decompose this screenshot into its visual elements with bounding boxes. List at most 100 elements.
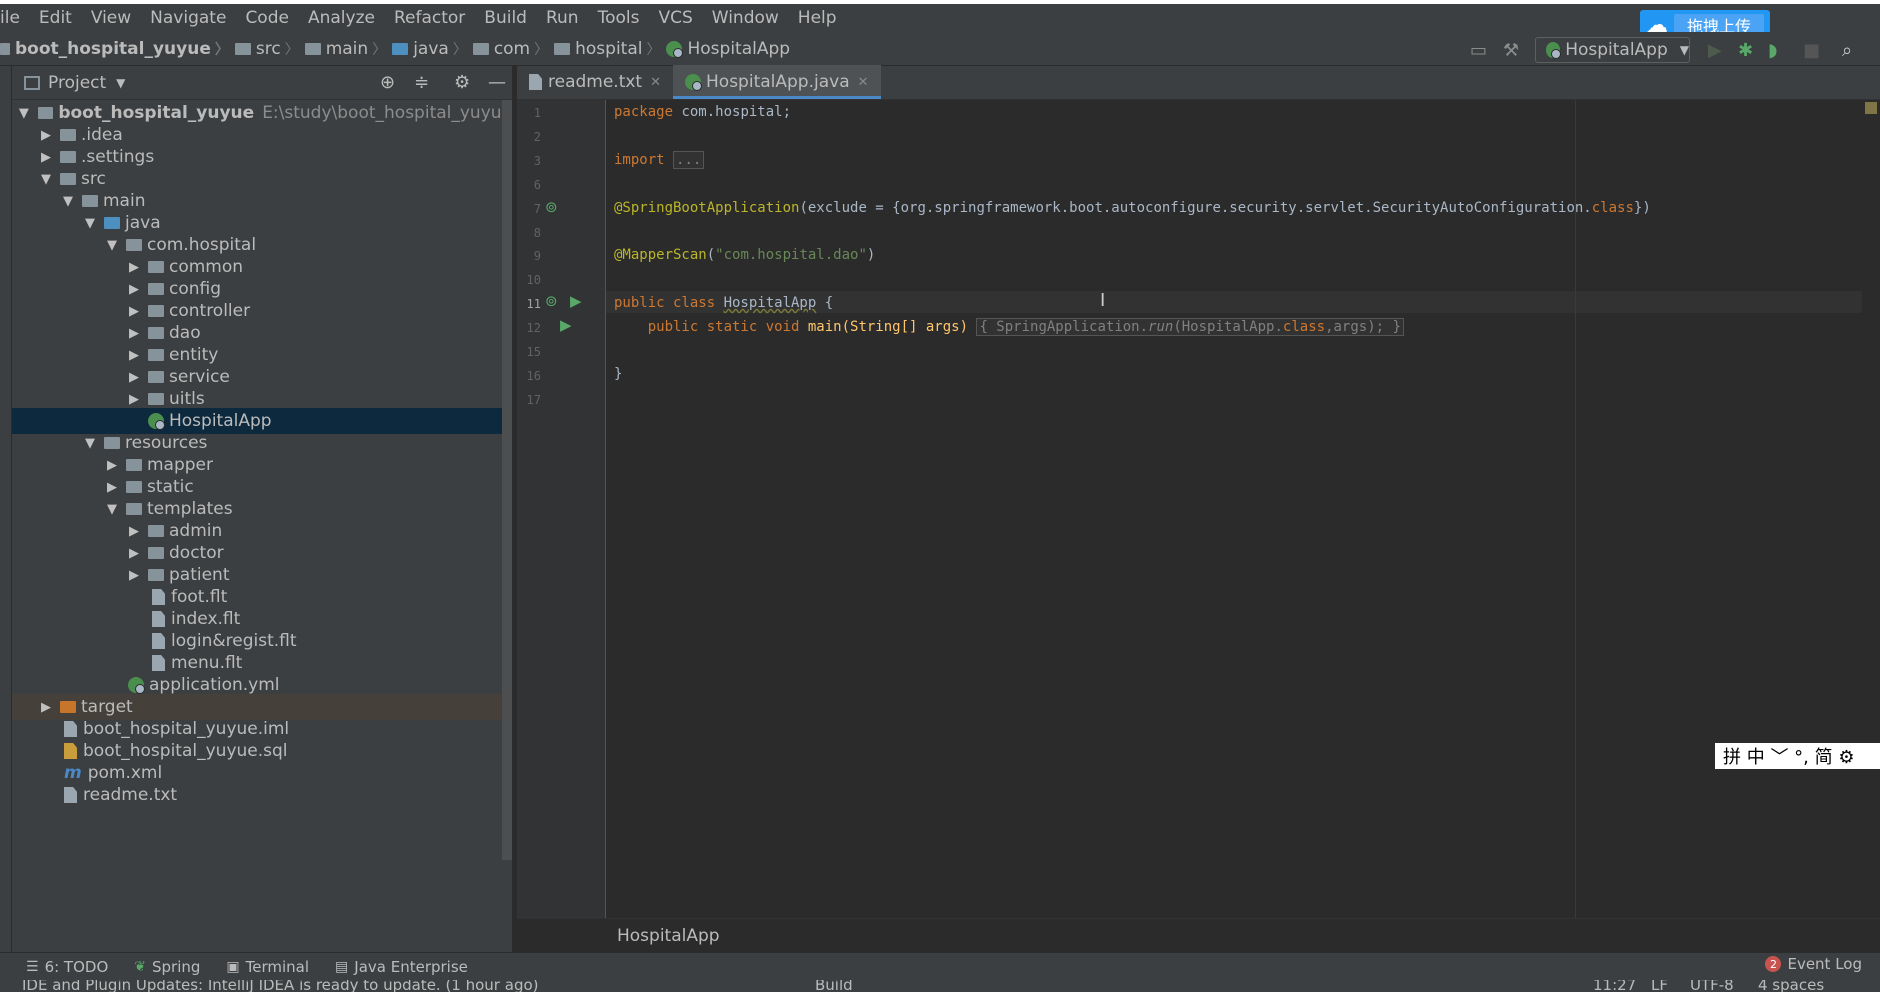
package-icon	[148, 349, 164, 361]
menu-file[interactable]: ile	[0, 8, 30, 28]
locate-icon[interactable]: ⊕	[380, 72, 395, 93]
folder-icon	[126, 503, 142, 515]
menu-code[interactable]: Code	[236, 8, 299, 28]
menu-analyze[interactable]: Analyze	[299, 8, 385, 28]
run-gutter-icon[interactable]: ▶	[560, 316, 572, 334]
chevron-down-icon[interactable]: ▼	[116, 76, 125, 90]
code-editor[interactable]	[606, 100, 1880, 918]
editor-breadcrumb: HospitalApp	[517, 918, 1880, 952]
line-number: 3	[533, 154, 541, 168]
minimize-icon[interactable]: —	[488, 72, 506, 93]
code-line-16: }	[614, 366, 623, 382]
menu-window[interactable]: Window	[703, 8, 789, 28]
line-number: 16	[526, 369, 541, 383]
debug-bug-icon[interactable]: ✱	[1738, 40, 1753, 61]
search-icon[interactable]: ⌕	[1842, 40, 1852, 61]
package-icon	[148, 371, 164, 383]
spring-bean-icon[interactable]: ⊚	[545, 198, 558, 216]
maven-icon: m	[64, 763, 82, 783]
inspection-status-icon[interactable]	[1865, 102, 1877, 114]
tab-hospitalapp[interactable]: HospitalApp.java ✕	[673, 65, 881, 99]
line-number: 11	[526, 297, 541, 311]
text-file-icon	[529, 74, 542, 90]
menu-run[interactable]: Run	[537, 8, 589, 28]
crumb-project[interactable]: boot_hospital_yuyue 〉	[0, 39, 235, 59]
tool-spring[interactable]: ❦ Spring	[134, 958, 200, 976]
collapse-arrow-icon: ▶	[129, 391, 139, 407]
tool-terminal[interactable]: ▣ Terminal	[226, 958, 309, 976]
status-line-separator[interactable]: LF	[1651, 980, 1668, 992]
package-icon	[126, 239, 142, 251]
chevron-down-icon: ▼	[1679, 43, 1689, 57]
status-build[interactable]: Build	[815, 980, 853, 992]
menu-refactor[interactable]: Refactor	[385, 8, 475, 28]
close-icon[interactable]: ✕	[858, 75, 869, 90]
folded-imports[interactable]: ...	[673, 151, 705, 169]
menu-help[interactable]: Help	[789, 8, 847, 28]
run-gutter-icon[interactable]: ▶	[570, 292, 582, 310]
crumb-hospital[interactable]: hospital 〉	[554, 39, 666, 59]
crumb-java[interactable]: java 〉	[392, 39, 473, 59]
menu-bar: ile Edit View Navigate Code Analyze Refa…	[0, 4, 1880, 32]
editor-scroll-marks[interactable]	[1862, 100, 1880, 918]
menu-view[interactable]: View	[82, 8, 141, 28]
expand-arrow-icon: ▼	[107, 237, 117, 253]
status-message[interactable]: IDE and Plugin Updates: IntelliJ IDEA is…	[22, 980, 539, 992]
spring-class-icon	[666, 40, 684, 58]
tool-todo[interactable]: ☰ 6: TODO	[26, 958, 108, 976]
collapse-arrow-icon: ▶	[129, 545, 139, 561]
tab-readme[interactable]: readme.txt ✕	[517, 65, 673, 99]
package-icon	[148, 305, 164, 317]
collapse-arrow-icon: ▶	[129, 567, 139, 583]
file-icon	[152, 589, 165, 605]
spring-icon	[1546, 42, 1562, 59]
tool-java-enterprise[interactable]: ▤ Java Enterprise	[335, 958, 468, 976]
crumb-main[interactable]: main 〉	[304, 39, 392, 59]
menu-navigate[interactable]: Navigate	[141, 8, 236, 28]
code-line-7: @SpringBootApplication(exclude = {org.sp…	[614, 200, 1651, 216]
menu-edit[interactable]: Edit	[30, 8, 82, 28]
folder-icon	[148, 569, 164, 581]
project-tree-scrollbar[interactable]	[502, 100, 512, 860]
menu-vcs[interactable]: VCS	[649, 8, 702, 28]
ime-toolbar[interactable]: 拼 中 ﹀ °, 简 ⚙	[1715, 743, 1880, 769]
right-margin-guide	[1575, 100, 1576, 918]
line-number: 17	[526, 393, 541, 407]
stop-icon[interactable]: ■	[1803, 40, 1820, 61]
event-log-button[interactable]: 2 Event Log	[1765, 955, 1862, 973]
run-config-select[interactable]: HospitalApp ▼	[1535, 37, 1690, 63]
project-panel-icon	[24, 75, 40, 90]
code-line-9: @MapperScan("com.hospital.dao")	[614, 247, 876, 263]
resources-folder-icon	[104, 437, 120, 449]
code-line-12: public static void main(String[] args) {…	[614, 318, 1404, 336]
package-icon	[472, 42, 489, 55]
status-encoding[interactable]: UTF-8	[1690, 980, 1734, 992]
expand-arrow-icon: ▼	[18, 105, 29, 121]
spring-bean-icon[interactable]: ⊚	[545, 292, 558, 310]
menu-tools[interactable]: Tools	[589, 8, 650, 28]
coverage-icon[interactable]: ◗	[1768, 40, 1777, 61]
line-number: 2	[533, 130, 541, 144]
crumb-com[interactable]: com 〉	[472, 39, 554, 59]
status-indent[interactable]: 4 spaces	[1758, 980, 1824, 992]
layout-icon[interactable]: ▭	[1470, 40, 1487, 61]
folder-icon	[234, 42, 251, 55]
folded-method-body[interactable]: { SpringApplication.run(HospitalApp.clas…	[976, 318, 1404, 336]
gear-icon[interactable]: ⚙	[454, 72, 470, 93]
text-file-icon	[64, 787, 77, 803]
run-icon[interactable]: ▶	[1708, 40, 1722, 61]
package-icon	[554, 42, 571, 55]
module-file-icon	[64, 721, 77, 737]
crumb-hospitalapp[interactable]: HospitalApp	[666, 39, 790, 59]
tree-readme[interactable]: readme.txt	[12, 782, 512, 808]
status-position[interactable]: 11:27	[1593, 980, 1636, 992]
build-hammer-icon[interactable]: ⚒	[1503, 40, 1519, 61]
crumb-src[interactable]: src 〉	[234, 39, 305, 59]
close-icon[interactable]: ✕	[650, 75, 661, 90]
menu-build[interactable]: Build	[475, 8, 537, 28]
code-line-11: public class HospitalApp {	[614, 295, 834, 311]
line-number: 12	[526, 321, 541, 335]
project-panel-title[interactable]: Project	[48, 73, 106, 93]
collapse-all-icon[interactable]: ≑	[414, 72, 429, 93]
collapse-arrow-icon: ▶	[129, 369, 139, 385]
